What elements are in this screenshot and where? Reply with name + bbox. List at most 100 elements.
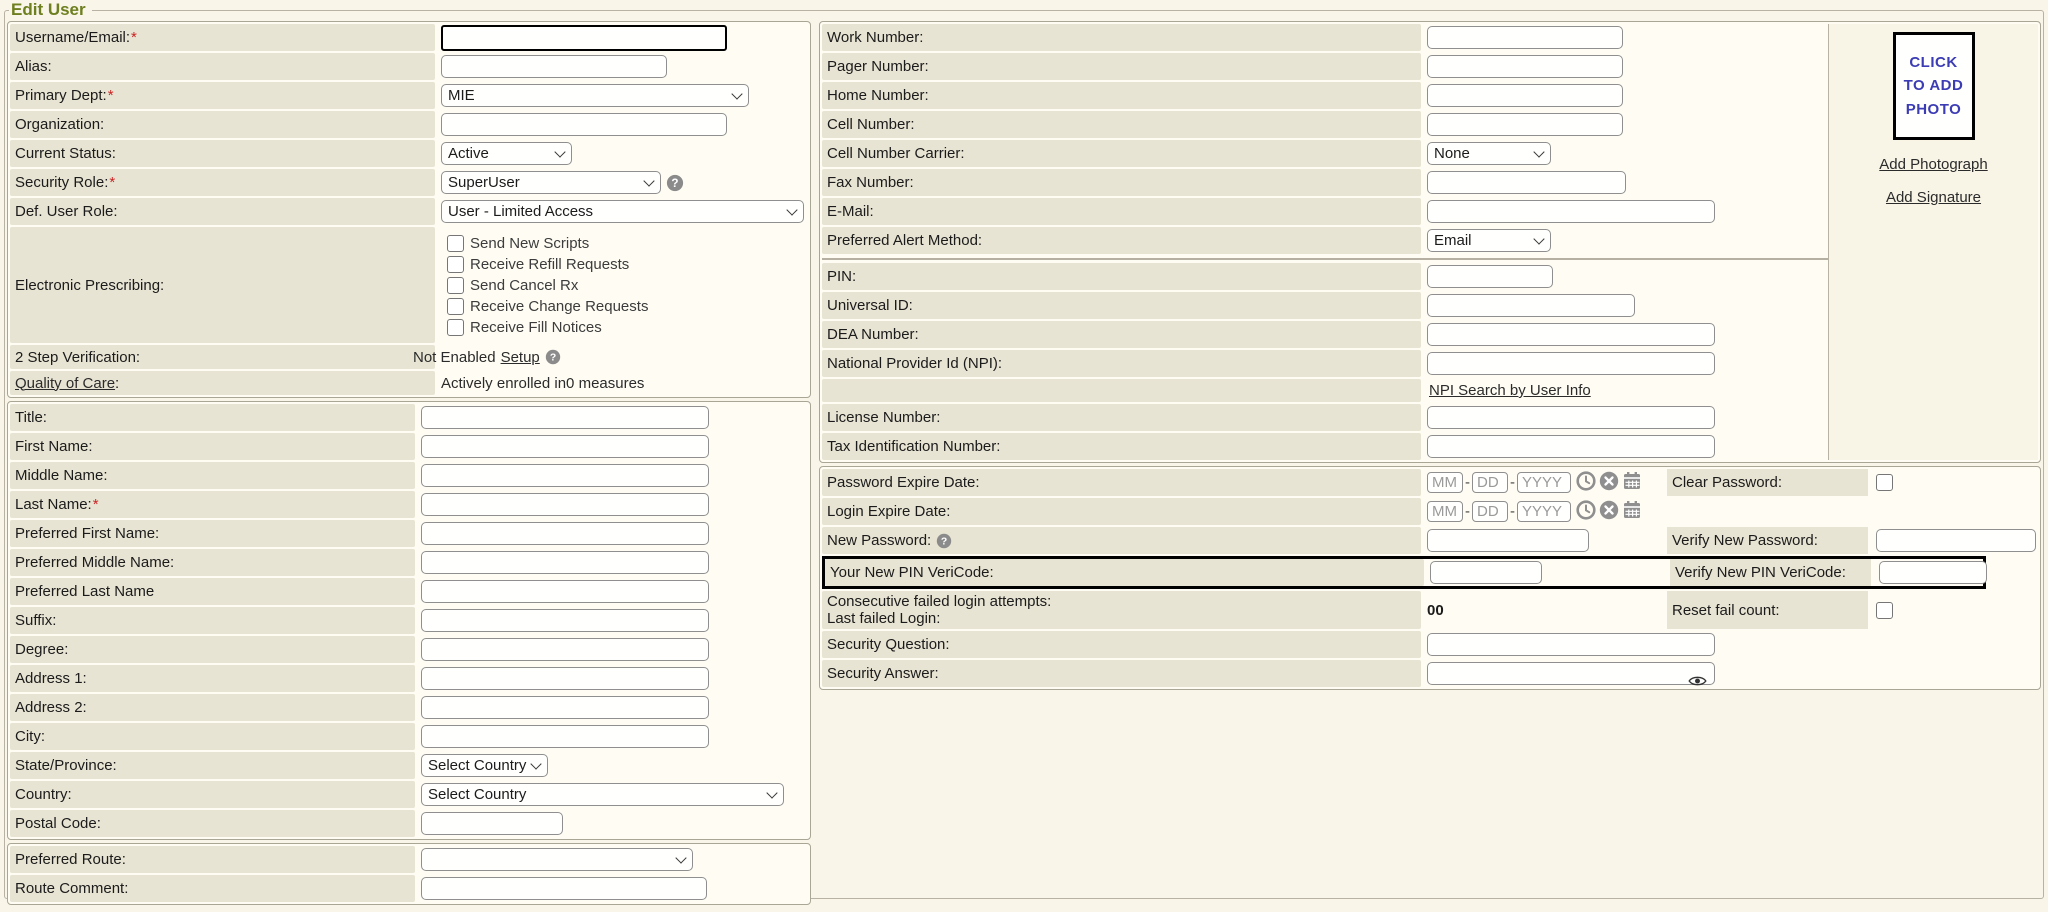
new-password-row: New Password:? Verify New Password: <box>822 527 2038 554</box>
preferred-middle-name-row: Preferred Middle Name: <box>10 549 808 576</box>
add-signature-link[interactable]: Add Signature <box>1886 189 1981 206</box>
alias-input[interactable] <box>441 55 667 78</box>
home-number-input[interactable] <box>1427 84 1623 107</box>
calendar-icon[interactable] <box>1622 471 1642 495</box>
license-number-input[interactable] <box>1427 406 1715 429</box>
clock-icon[interactable] <box>1576 471 1596 495</box>
current-status-row: Current Status: Active <box>10 140 808 167</box>
quality-of-care-value: Actively enrolled in0 measures <box>441 375 644 392</box>
postal-code-row: Postal Code: <box>10 810 808 837</box>
cell-carrier-select[interactable]: None <box>1427 142 1551 165</box>
clear-date-icon[interactable] <box>1599 471 1619 495</box>
preferred-route-select[interactable] <box>421 848 693 871</box>
def-user-role-select[interactable]: User - Limited Access <box>441 200 804 223</box>
current-status-select[interactable]: Active <box>441 142 572 165</box>
security-question-input[interactable] <box>1427 633 1715 656</box>
send-cancel-rx-checkbox[interactable] <box>447 277 464 294</box>
country-row: Country:Select Country <box>10 781 808 808</box>
receive-change-requests-checkbox[interactable] <box>447 298 464 315</box>
city-input[interactable] <box>421 725 709 748</box>
username-input[interactable] <box>441 25 727 51</box>
preferred-last-name-input[interactable] <box>421 580 709 603</box>
username-label: Username/Email:* <box>10 24 435 51</box>
route-comment-input[interactable] <box>421 877 707 900</box>
organization-input[interactable] <box>441 113 727 136</box>
current-status-label: Current Status: <box>10 140 435 167</box>
address1-input[interactable] <box>421 667 709 690</box>
country-select[interactable]: Select Country <box>421 783 784 806</box>
def-user-role-row: Def. User Role: User - Limited Access <box>10 198 808 225</box>
work-number-input[interactable] <box>1427 26 1623 49</box>
alert-method-select[interactable]: Email <box>1427 229 1551 252</box>
security-role-select[interactable]: SuperUser <box>441 171 661 194</box>
postal-code-input[interactable] <box>421 812 563 835</box>
universal-id-input[interactable] <box>1427 294 1635 317</box>
npi-input[interactable] <box>1427 352 1715 375</box>
clear-password-checkbox[interactable] <box>1876 474 1893 491</box>
npi-search-link[interactable]: NPI Search by User Info <box>1429 382 1591 399</box>
add-photograph-link[interactable]: Add Photograph <box>1879 156 1987 173</box>
work-number-row: Work Number: <box>822 24 1828 51</box>
svg-text:?: ? <box>941 536 947 547</box>
login-expire-year-input[interactable]: YYYY <box>1517 501 1571 522</box>
new-pin-vericode-input[interactable] <box>1430 561 1542 584</box>
send-new-scripts-checkbox[interactable] <box>447 235 464 252</box>
verify-new-pin-vericode-label: Verify New PIN VeriCode: <box>1670 559 1871 586</box>
security-question-row: Security Question: <box>822 631 2038 658</box>
suffix-input[interactable] <box>421 609 709 632</box>
preferred-first-name-row: Preferred First Name: <box>10 520 808 547</box>
password-expire-year-input[interactable]: YYYY <box>1517 472 1571 493</box>
receive-fill-notices-checkbox[interactable] <box>447 319 464 336</box>
clear-date-icon[interactable] <box>1599 500 1619 524</box>
preferred-first-name-input[interactable] <box>421 522 709 545</box>
address2-input[interactable] <box>421 696 709 719</box>
dea-number-input[interactable] <box>1427 323 1715 346</box>
address1-row: Address 1: <box>10 665 808 692</box>
calendar-icon[interactable] <box>1622 500 1642 524</box>
preferred-middle-name-input[interactable] <box>421 551 709 574</box>
email-row: E-Mail: <box>822 198 1828 225</box>
fax-number-input[interactable] <box>1427 171 1626 194</box>
add-photo-box[interactable]: CLICK TO ADD PHOTO <box>1893 32 1975 140</box>
cell-number-input[interactable] <box>1427 113 1623 136</box>
last-name-input[interactable] <box>421 493 709 516</box>
middle-name-input[interactable] <box>421 464 709 487</box>
verify-new-password-label: Verify New Password: <box>1667 527 1868 554</box>
preferred-route-row: Preferred Route: <box>10 846 808 873</box>
clock-icon[interactable] <box>1576 500 1596 524</box>
electronic-prescribing-label: Electronic Prescribing: <box>10 227 435 343</box>
alias-row: Alias: <box>10 53 808 80</box>
degree-input[interactable] <box>421 638 709 661</box>
erx-option: Receive Refill Requests <box>447 256 648 273</box>
help-icon[interactable]: ? <box>936 533 952 549</box>
pin-input[interactable] <box>1427 265 1553 288</box>
security-role-label: Security Role:* <box>10 169 435 196</box>
new-password-input[interactable] <box>1427 529 1589 552</box>
password-expire-month-input[interactable]: MM <box>1427 472 1463 493</box>
primary-dept-select[interactable]: MIE <box>441 84 749 107</box>
password-expire-day-input[interactable]: DD <box>1472 472 1508 493</box>
svg-text:?: ? <box>550 353 556 364</box>
security-role-row: Security Role:* SuperUser ? <box>10 169 808 196</box>
cell-number-row: Cell Number: <box>822 111 1828 138</box>
email-input[interactable] <box>1427 200 1715 223</box>
login-expire-month-input[interactable]: MM <box>1427 501 1463 522</box>
two-step-setup-link[interactable]: Setup <box>501 349 540 366</box>
empty-label-cell <box>822 379 1421 402</box>
receive-refill-requests-checkbox[interactable] <box>447 256 464 273</box>
quality-of-care-row: Quality of Care: Actively enrolled in0 m… <box>10 371 808 395</box>
security-answer-input[interactable] <box>1427 662 1715 685</box>
tax-id-input[interactable] <box>1427 435 1715 458</box>
chevron-down-icon <box>643 175 654 186</box>
reset-fail-count-checkbox[interactable] <box>1876 602 1893 619</box>
pager-number-input[interactable] <box>1427 55 1623 78</box>
verify-new-password-input[interactable] <box>1876 529 2036 552</box>
erx-option: Send Cancel Rx <box>447 277 648 294</box>
state-select[interactable]: Select Country <box>421 754 548 777</box>
title-input[interactable] <box>421 406 709 429</box>
help-icon[interactable]: ? <box>666 174 684 192</box>
verify-new-pin-vericode-input[interactable] <box>1879 561 1987 584</box>
help-icon[interactable]: ? <box>545 349 561 365</box>
first-name-input[interactable] <box>421 435 709 458</box>
login-expire-day-input[interactable]: DD <box>1472 501 1508 522</box>
